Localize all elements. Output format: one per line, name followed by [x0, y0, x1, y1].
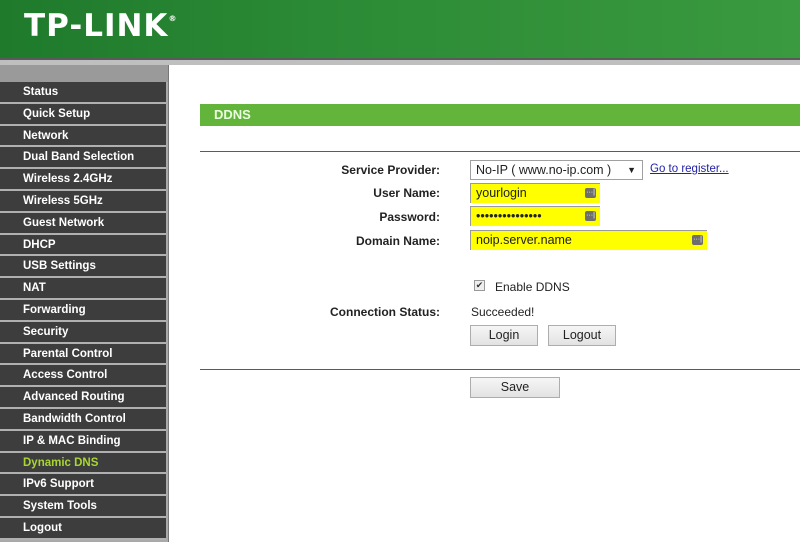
sidebar-item-usb-settings[interactable]: USB Settings: [0, 256, 166, 279]
enable-ddns-checkbox[interactable]: ✔: [474, 280, 485, 291]
sidebar-item-quick-setup[interactable]: Quick Setup: [0, 103, 166, 126]
enable-ddns-label: Enable DDNS: [495, 280, 570, 294]
password-input[interactable]: ••••••••••••••• ···|: [470, 206, 600, 226]
connection-status-label: Connection Status:: [330, 305, 440, 319]
header-strip: [0, 58, 800, 65]
domain-name-label: Domain Name:: [355, 234, 440, 248]
sidebar-item-dhcp[interactable]: DHCP: [0, 234, 166, 257]
service-provider-value: No-IP ( www.no-ip.com ): [476, 163, 612, 177]
header-banner: TP-LINK®: [0, 0, 800, 58]
sidebar-item-advanced-routing[interactable]: Advanced Routing: [0, 387, 166, 409]
registered-mark: ®: [168, 14, 178, 23]
sidebar-menu: Status Quick Setup Network Dual Band Sel…: [0, 65, 170, 542]
bottom-divider: [200, 369, 800, 370]
sidebar-item-status[interactable]: Status: [0, 82, 166, 104]
service-provider-select[interactable]: No-IP ( www.no-ip.com ) ▼: [470, 160, 643, 180]
sidebar-top-spacer: [0, 65, 168, 82]
dropdown-arrow-icon: ▼: [627, 165, 636, 175]
password-manager-icon[interactable]: ···|: [692, 235, 703, 245]
sidebar-item-network[interactable]: Network: [0, 125, 166, 148]
sidebar-item-logout[interactable]: Logout: [0, 517, 166, 540]
save-button[interactable]: Save: [470, 377, 560, 398]
service-provider-label: Service Provider:: [341, 163, 440, 177]
main-content: DDNS Service Provider: No-IP ( www.no-ip…: [172, 65, 800, 542]
go-to-register-link[interactable]: Go to register...: [650, 163, 729, 175]
sidebar-item-wireless-24ghz[interactable]: Wireless 2.4GHz: [0, 169, 166, 191]
sidebar-item-access-control[interactable]: Access Control: [0, 365, 166, 388]
top-divider: [200, 151, 800, 152]
sidebar-item-parental-control[interactable]: Parental Control: [0, 343, 166, 366]
domain-name-input[interactable]: noip.server.name ···|: [470, 230, 707, 250]
sidebar-item-system-tools[interactable]: System Tools: [0, 496, 166, 518]
login-button[interactable]: Login: [470, 325, 538, 346]
page-title: DDNS: [200, 104, 800, 126]
sidebar-item-bandwidth-control[interactable]: Bandwidth Control: [0, 408, 166, 431]
domain-name-value: noip.server.name: [476, 233, 572, 247]
connection-status-value: Succeeded!: [471, 305, 535, 319]
password-manager-icon[interactable]: ···|: [585, 211, 596, 221]
sidebar-item-ip-mac-binding[interactable]: IP & MAC Binding: [0, 430, 166, 453]
sidebar-item-forwarding[interactable]: Forwarding: [0, 299, 166, 322]
password-manager-icon[interactable]: ···|: [585, 188, 596, 198]
tp-link-logo: TP-LINK®: [24, 8, 177, 44]
user-name-label: User Name:: [373, 186, 440, 200]
sidebar-item-dynamic-dns[interactable]: Dynamic DNS: [0, 452, 166, 475]
user-name-input[interactable]: yourlogin ···|: [470, 183, 600, 203]
logo-text: TP-LINK: [24, 8, 169, 44]
sidebar-item-dual-band-selection[interactable]: Dual Band Selection: [0, 147, 166, 170]
sidebar-item-nat[interactable]: NAT: [0, 278, 166, 300]
sidebar-item-ipv6-support[interactable]: IPv6 Support: [0, 474, 166, 497]
password-label: Password:: [379, 210, 440, 224]
password-value: •••••••••••••••: [476, 209, 542, 223]
sidebar-item-guest-network[interactable]: Guest Network: [0, 212, 166, 235]
user-name-value: yourlogin: [476, 186, 527, 200]
sidebar-item-security[interactable]: Security: [0, 321, 166, 344]
logout-button[interactable]: Logout: [548, 325, 616, 346]
sidebar-item-wireless-5ghz[interactable]: Wireless 5GHz: [0, 190, 166, 213]
